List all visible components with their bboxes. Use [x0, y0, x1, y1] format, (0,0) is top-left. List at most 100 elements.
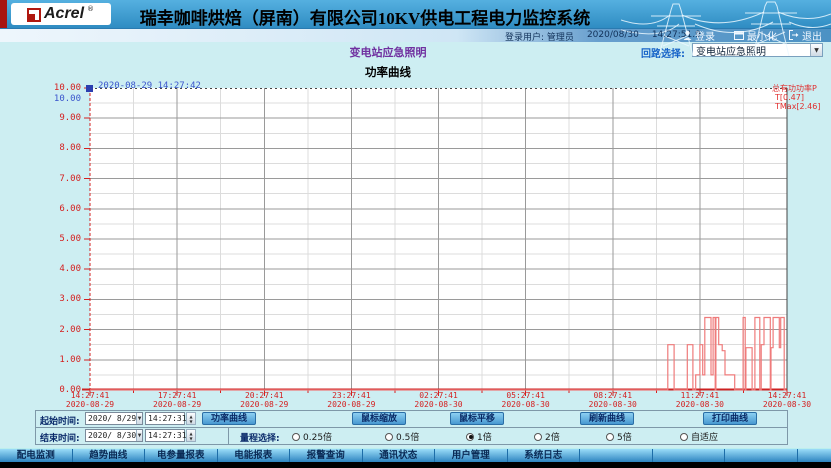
- exit-button[interactable]: 退出: [789, 29, 822, 41]
- login-date: 2020/08/30: [587, 30, 639, 43]
- nav-tab-empty[interactable]: [653, 449, 726, 462]
- toolbar-button[interactable]: 鼠标缩放: [352, 412, 406, 425]
- loop-select-value: 变电站应急照明: [693, 43, 810, 58]
- acrel-logo-icon: [28, 8, 41, 21]
- nav-tab[interactable]: 报警查询: [290, 449, 363, 462]
- calendar-dropdown-icon[interactable]: ▼: [136, 413, 142, 424]
- y-axis-tick-label: 1.00: [25, 355, 81, 365]
- registered-trademark-symbol: ®: [87, 5, 94, 13]
- x-tick-time: 08:27:41: [578, 391, 648, 400]
- range-radio-label: 0.5倍: [396, 430, 419, 443]
- x-tick-date: 2020-08-30: [752, 400, 822, 409]
- x-axis-tick-label: 17:27:412020-08-29: [142, 391, 212, 409]
- login-info: 登录用户: 管理员 2020/08/30 14:27:51.9: [505, 30, 701, 43]
- range-radio-option[interactable]: 自适应: [680, 430, 718, 443]
- start-time-label: 起始时间:: [40, 414, 80, 427]
- radio-button-icon: [534, 433, 542, 441]
- login-user-text: 登录用户: 管理员: [505, 30, 574, 43]
- y-axis-tick-label: 8.00: [25, 143, 81, 153]
- start-time-spinner[interactable]: ▲▼: [186, 412, 196, 425]
- x-tick-date: 2020-08-29: [142, 400, 212, 409]
- start-time-field[interactable]: 14:27:31: [145, 412, 185, 425]
- y-axis-tick-label: 9.00: [25, 113, 81, 123]
- nav-tab-empty[interactable]: [725, 449, 798, 462]
- toolbar-button[interactable]: 功率曲线: [202, 412, 256, 425]
- x-axis-tick-label: 23:27:412020-08-29: [316, 391, 386, 409]
- range-select-label: 量程选择:: [240, 431, 280, 444]
- radio-button-icon: [680, 433, 688, 441]
- x-tick-date: 2020-08-30: [404, 400, 474, 409]
- range-radio-label: 自适应: [691, 430, 718, 443]
- x-tick-date: 2020-08-29: [316, 400, 386, 409]
- x-tick-date: 2020-08-29: [55, 400, 125, 409]
- nav-tab[interactable]: 用户管理: [435, 449, 508, 462]
- loop-select-dropdown[interactable]: 变电站应急照明 ▼: [692, 43, 823, 57]
- start-date-field[interactable]: 2020/ 8/29 ▼: [85, 412, 143, 425]
- chevron-down-icon[interactable]: ▼: [810, 44, 822, 56]
- y-axis-tick-label: 4.00: [25, 264, 81, 274]
- page-title: 瑞幸咖啡烘焙（屏南）有限公司10KV供电工程电力监控系统: [130, 4, 600, 29]
- x-tick-date: 2020-08-30: [578, 400, 648, 409]
- range-radio-option[interactable]: 0.5倍: [385, 430, 419, 443]
- acrel-logo: Acrel ®: [11, 3, 111, 25]
- cursor-timestamp: 2020-08-29 14:27:42: [98, 81, 201, 91]
- x-axis-tick-label: 08:27:412020-08-30: [578, 391, 648, 409]
- nav-tab[interactable]: 电参量报表: [145, 449, 218, 462]
- power-monitoring-app: Acrel ® 瑞幸咖啡烘焙（屏南）有限公司10KV供电工程电力监控系统 登录用…: [0, 0, 831, 468]
- nav-tab[interactable]: 通讯状态: [363, 449, 436, 462]
- legend-line: T[0.47]: [772, 93, 830, 102]
- x-tick-time: 05:27:41: [491, 391, 561, 400]
- chart-title: 功率曲线: [338, 64, 438, 80]
- x-axis-tick-label: 05:27:412020-08-30: [491, 391, 561, 409]
- y-axis-tick-label: 3.00: [25, 294, 81, 304]
- range-radio-label: 5倍: [617, 430, 632, 443]
- range-radio-option[interactable]: 5倍: [606, 430, 632, 443]
- x-tick-time: 23:27:41: [316, 391, 386, 400]
- range-radio-option[interactable]: 1倍: [466, 430, 492, 443]
- y-axis-tick-label: 7.00: [25, 174, 81, 184]
- end-time-field[interactable]: 14:27:31: [145, 429, 185, 442]
- cursor-value-label: 10.00: [25, 94, 81, 104]
- x-tick-date: 2020-08-30: [491, 400, 561, 409]
- minimize-button[interactable]: 最小化: [734, 29, 777, 41]
- loop-select-label: 回路选择:: [641, 45, 685, 60]
- end-date-field[interactable]: 2020/ 8/30 ▼: [85, 429, 143, 442]
- range-radio-label: 0.25倍: [303, 430, 332, 443]
- nav-tab[interactable]: 配电监测: [0, 449, 73, 462]
- radio-button-icon: [606, 433, 614, 441]
- x-tick-time: 20:27:41: [229, 391, 299, 400]
- x-tick-date: 2020-08-30: [665, 400, 735, 409]
- nav-tab[interactable]: 电能报表: [218, 449, 291, 462]
- toolbar-button[interactable]: 刷新曲线: [580, 412, 634, 425]
- cursor-marker: [86, 85, 93, 92]
- calendar-dropdown-icon[interactable]: ▼: [136, 430, 142, 441]
- radio-button-icon: [466, 433, 474, 441]
- power-curve-plot[interactable]: [82, 84, 795, 398]
- end-time-spinner[interactable]: ▲▼: [186, 429, 196, 442]
- y-axis-tick-label: 5.00: [25, 234, 81, 244]
- bottom-black-strip: [0, 462, 831, 468]
- x-axis-tick-label: 20:27:412020-08-29: [229, 391, 299, 409]
- toolbar-button[interactable]: 打印曲线: [703, 412, 757, 425]
- toolbar-button[interactable]: 鼠标平移: [450, 412, 504, 425]
- range-radio-option[interactable]: 0.25倍: [292, 430, 332, 443]
- range-radio-label: 1倍: [477, 430, 492, 443]
- x-tick-time: 14:27:41: [55, 391, 125, 400]
- acrel-logo-text: Acrel: [44, 5, 84, 23]
- nav-tab[interactable]: 趋势曲线: [73, 449, 146, 462]
- exit-icon: [789, 30, 799, 40]
- x-axis-tick-label: 11:27:412020-08-30: [665, 391, 735, 409]
- legend-line: 总有功功率P: [772, 84, 830, 93]
- chart-legend: 总有功功率PT[0.47]TMax[2.46]: [772, 84, 830, 111]
- x-tick-time: 11:27:41: [665, 391, 735, 400]
- bottom-nav-bar: 配电监测趋势曲线电参量报表电能报表报警查询通讯状态用户管理系统日志: [0, 448, 831, 462]
- radio-button-icon: [292, 433, 300, 441]
- login-button[interactable]: 登录: [683, 29, 715, 41]
- nav-tab-empty[interactable]: [580, 449, 653, 462]
- x-tick-time: 14:27:41: [752, 391, 822, 400]
- left-edge-red-stripe: [0, 0, 7, 28]
- nav-tab[interactable]: 系统日志: [508, 449, 581, 462]
- range-radio-option[interactable]: 2倍: [534, 430, 560, 443]
- x-axis-tick-label: 14:27:412020-08-30: [752, 391, 822, 409]
- legend-line: TMax[2.46]: [772, 102, 830, 111]
